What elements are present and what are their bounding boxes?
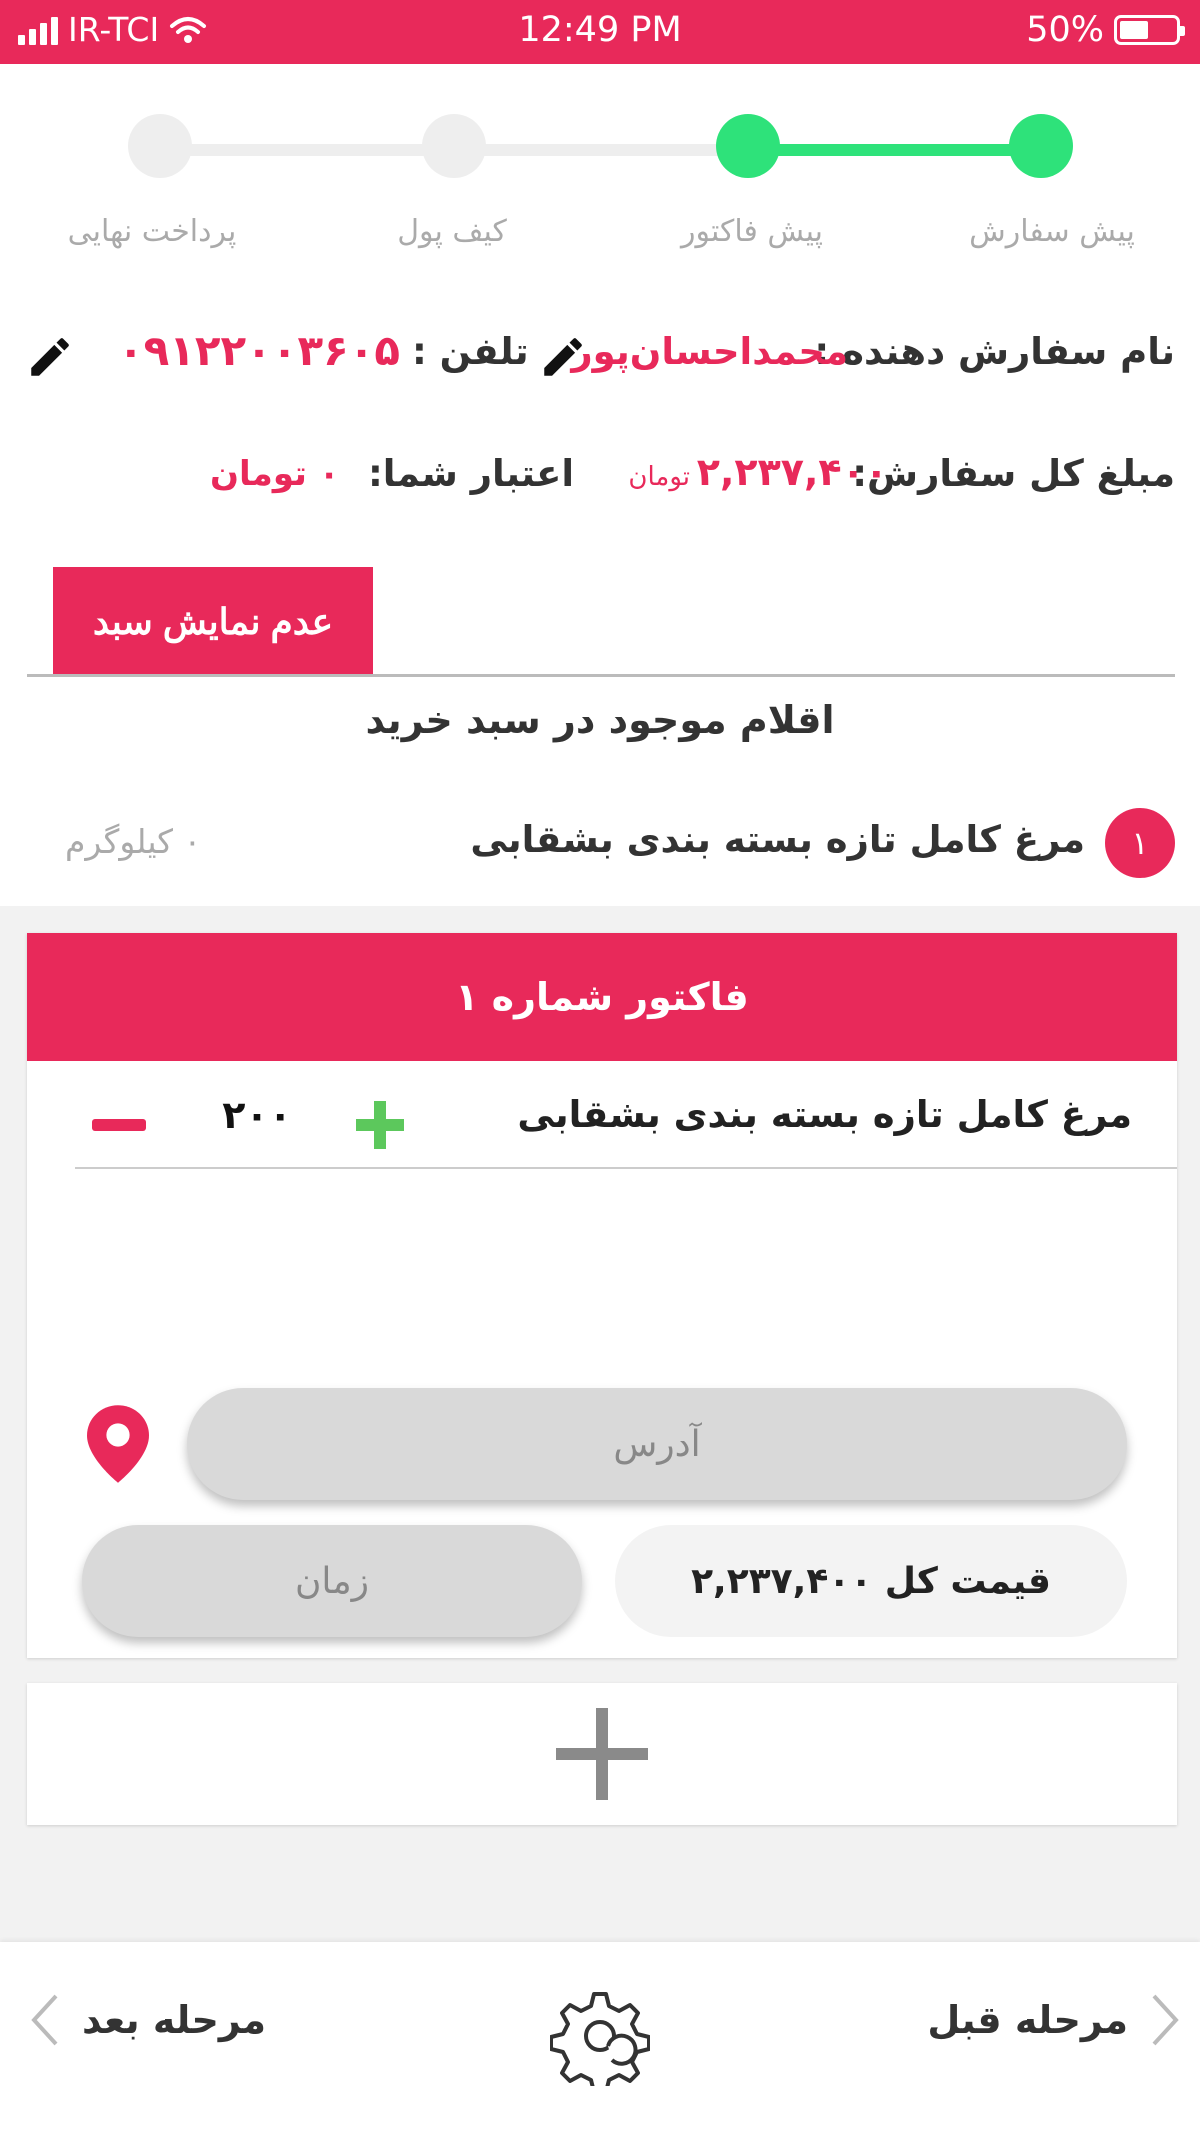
step-connector xyxy=(455,144,755,156)
clock: 12:49 PM xyxy=(518,10,682,50)
divider xyxy=(27,674,1175,677)
edit-name-icon[interactable] xyxy=(538,332,588,382)
step-label-final-payment: پرداخت نهایی xyxy=(67,214,237,249)
step-dot-wallet[interactable] xyxy=(422,114,486,178)
time-field[interactable]: زمان xyxy=(82,1525,582,1637)
address-field[interactable]: آدرس xyxy=(187,1388,1127,1500)
phone-number: ۰۹۱۲۲۰۰۳۶۰۵ xyxy=(118,326,400,375)
order-total-unit: تومان xyxy=(628,462,690,492)
cart-section: اقلام موجود در سبد خرید ۱ مرغ کامل تازه … xyxy=(0,678,1200,906)
next-step-label: مرحله بعد xyxy=(82,1998,267,2042)
order-total-label: مبلغ کل سفارش: xyxy=(852,452,1175,495)
hide-cart-button[interactable]: عدم نمایش سبد xyxy=(53,567,373,677)
customer-label: نام سفارش دهنده : xyxy=(814,330,1175,373)
previous-step-label: مرحله قبل xyxy=(927,1998,1128,2042)
bottom-navigation: مرحله قبل مرحله بعد xyxy=(0,1942,1200,2134)
chevron-left-icon xyxy=(31,1994,58,2046)
phone-label: تلفن : xyxy=(412,330,529,373)
credit-value: ۰ تومان xyxy=(210,454,340,494)
step-dot-pre-invoice[interactable] xyxy=(716,114,780,178)
invoice-total: قیمت کل ۲,۲۳۷,۴۰۰ xyxy=(615,1525,1127,1637)
edit-phone-icon[interactable] xyxy=(25,332,75,382)
cart-title: اقلام موجود در سبد خرید xyxy=(365,698,835,742)
plus-icon[interactable] xyxy=(352,1097,408,1153)
step-dot-final-payment[interactable] xyxy=(128,114,192,178)
status-bar: IR-TCI 12:49 PM 50% xyxy=(0,0,1200,64)
invoice-item-quantity[interactable]: ۲۰۰ xyxy=(197,1093,317,1137)
add-invoice-button[interactable] xyxy=(27,1683,1177,1825)
invoice-row-divider xyxy=(75,1167,1177,1169)
previous-step-button[interactable]: مرحله قبل xyxy=(927,1992,1180,2048)
step-label-wallet: کیف پول xyxy=(397,214,507,249)
item-index-badge: ۱ xyxy=(1105,808,1175,878)
chevron-right-icon xyxy=(1152,1994,1179,2046)
order-total-value: ۲,۲۳۷,۴۰۰ xyxy=(696,450,888,494)
battery-percent: 50% xyxy=(1026,10,1104,50)
step-connector-complete xyxy=(745,144,1045,156)
next-step-button[interactable]: مرحله بعد xyxy=(30,1992,266,2048)
cart-item-name: مرغ کامل تازه بسته بندی بشقابی xyxy=(470,818,1085,861)
invoice-item-name: مرغ کامل تازه بسته بندی بشقابی xyxy=(517,1093,1132,1136)
settings-icon[interactable] xyxy=(550,1986,650,2086)
minus-icon[interactable] xyxy=(92,1117,146,1133)
step-connector xyxy=(160,144,460,156)
step-label-pre-order: پیش سفارش xyxy=(969,214,1135,249)
battery-indicator: 50% xyxy=(1026,10,1185,50)
step-label-pre-invoice: پیش فاکتور xyxy=(681,214,823,249)
location-pin-icon[interactable] xyxy=(87,1405,149,1483)
battery-icon xyxy=(1114,15,1185,45)
progress-stepper: پیش سفارش پیش فاکتور کیف پول پرداخت نهای… xyxy=(0,64,1200,270)
order-info: نام سفارش دهنده : محمداحسان‌پور تلفن : ۰… xyxy=(0,270,1200,678)
credit-label: اعتبار شما: xyxy=(368,452,575,495)
step-dot-pre-order[interactable] xyxy=(1009,114,1073,178)
cart-item-quantity: ۰ کیلوگرم xyxy=(65,822,202,861)
customer-name: محمداحسان‌پور xyxy=(571,330,848,373)
invoice-card: فاکتور شماره ۱ مرغ کامل تازه بسته بندی ب… xyxy=(27,933,1177,1658)
invoice-title: فاکتور شماره ۱ xyxy=(27,933,1177,1061)
add-icon xyxy=(556,1708,648,1800)
